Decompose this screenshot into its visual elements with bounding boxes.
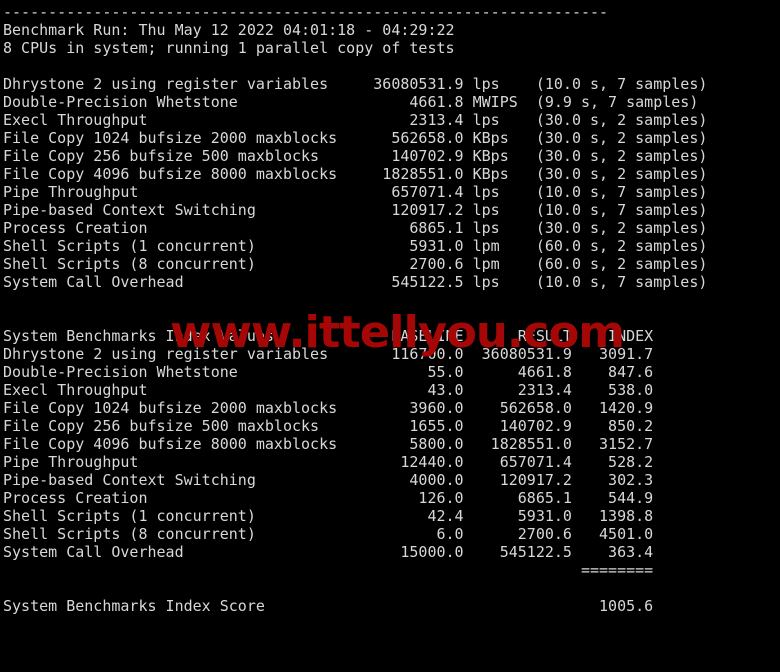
- index-value-row: File Copy 1024 bufsize 2000 maxblocks 39…: [3, 399, 654, 417]
- index-value-row: Execl Throughput 43.0 2313.4 538.0: [3, 381, 654, 399]
- index-table-header: System Benchmarks Index Values BASELINE …: [3, 327, 654, 345]
- benchmark-result-row: File Copy 1024 bufsize 2000 maxblocks 56…: [3, 129, 708, 147]
- benchmark-result-row: Pipe Throughput 657071.4 lps (10.0 s, 7 …: [3, 183, 708, 201]
- index-value-row: Shell Scripts (8 concurrent) 6.0 2700.6 …: [3, 525, 654, 543]
- index-value-row: File Copy 256 bufsize 500 maxblocks 1655…: [3, 417, 654, 435]
- index-value-row: Shell Scripts (1 concurrent) 42.4 5931.0…: [3, 507, 654, 525]
- benchmark-result-row: File Copy 4096 bufsize 8000 maxblocks 18…: [3, 165, 708, 183]
- benchmark-result-row: Execl Throughput 2313.4 lps (30.0 s, 2 s…: [3, 111, 708, 129]
- index-score-line: System Benchmarks Index Score 1005.6: [3, 597, 654, 615]
- benchmark-result-row: Shell Scripts (8 concurrent) 2700.6 lpm …: [3, 255, 708, 273]
- blank-line-1: [3, 57, 780, 75]
- index-value-row: Dhrystone 2 using register variables 116…: [3, 345, 654, 363]
- index-value-row: Pipe Throughput 12440.0 657071.4 528.2: [3, 453, 654, 471]
- benchmark-result-row: Dhrystone 2 using register variables 360…: [3, 75, 708, 93]
- terminal-output: ----------------------------------------…: [0, 0, 780, 672]
- blank-line-2: [3, 291, 780, 309]
- benchmark-result-row: System Call Overhead 545122.5 lps (10.0 …: [3, 273, 708, 291]
- separator-line-top: ----------------------------------------…: [3, 3, 609, 21]
- index-value-row: System Call Overhead 15000.0 545122.5 36…: [3, 543, 654, 561]
- index-value-row: File Copy 4096 bufsize 8000 maxblocks 58…: [3, 435, 654, 453]
- benchmark-result-row: Process Creation 6865.1 lps (30.0 s, 2 s…: [3, 219, 708, 237]
- blank-line-4: [3, 579, 780, 597]
- index-value-row: Pipe-based Context Switching 4000.0 1209…: [3, 471, 654, 489]
- blank-line-3: [3, 309, 780, 327]
- index-value-row: Process Creation 126.0 6865.1 544.9: [3, 489, 654, 507]
- benchmark-run-line: Benchmark Run: Thu May 12 2022 04:01:18 …: [3, 21, 455, 39]
- benchmark-result-row: File Copy 256 bufsize 500 maxblocks 1407…: [3, 147, 708, 165]
- index-values-block: Dhrystone 2 using register variables 116…: [3, 345, 780, 561]
- cpu-info-line: 8 CPUs in system; running 1 parallel cop…: [3, 39, 455, 57]
- index-value-row: Double-Precision Whetstone 55.0 4661.8 8…: [3, 363, 654, 381]
- benchmark-result-row: Pipe-based Context Switching 120917.2 lp…: [3, 201, 708, 219]
- score-rule-line: ========: [3, 561, 654, 579]
- benchmark-result-row: Shell Scripts (1 concurrent) 5931.0 lpm …: [3, 237, 708, 255]
- benchmark-result-row: Double-Precision Whetstone 4661.8 MWIPS …: [3, 93, 699, 111]
- benchmark-results-block: Dhrystone 2 using register variables 360…: [3, 75, 780, 291]
